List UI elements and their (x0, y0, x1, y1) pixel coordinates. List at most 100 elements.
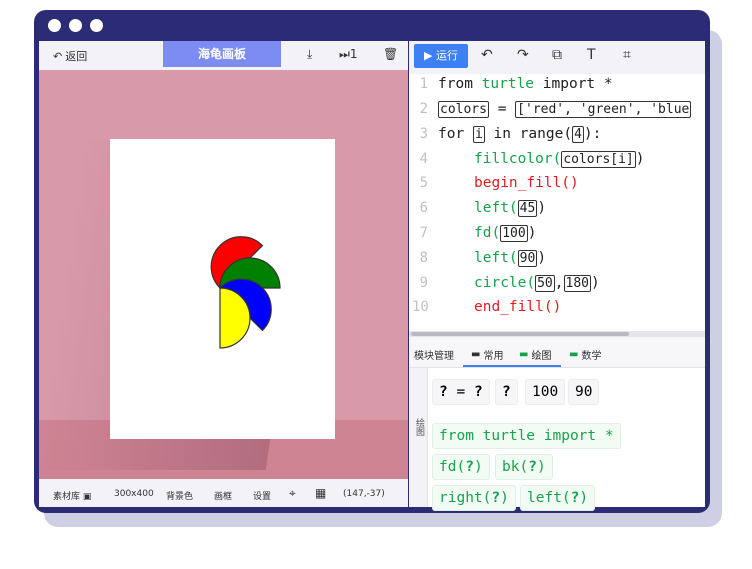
punct: ) (537, 200, 547, 216)
step-icon: ⏭ (339, 47, 350, 61)
arg-slot[interactable]: 45 (517, 200, 538, 217)
fd-block[interactable]: fd(?) (432, 454, 490, 480)
fn: fd( (439, 459, 466, 475)
run-button[interactable]: ▶ 运行 (414, 44, 468, 68)
arg-slot[interactable]: 180 (563, 275, 591, 292)
layout-icon[interactable]: ⌗ (623, 47, 631, 63)
copy-icon[interactable]: ⧉ (552, 47, 562, 63)
slot: ? (439, 384, 448, 400)
code-panel: ▶ 运行 ↶ ↷ ⧉ T ⌗ 1 from turtle import * 2 … (409, 41, 705, 511)
import-block[interactable]: from turtle import * (432, 423, 621, 449)
tab-common[interactable]: ▬ 常用 (471, 347, 503, 362)
redo-icon[interactable]: ↷ (517, 47, 529, 63)
number-block[interactable]: 90 (568, 379, 600, 405)
fn: left( (474, 250, 518, 266)
tab-label: 常用 (483, 351, 504, 362)
canvas-size[interactable]: 300x400 (114, 489, 154, 499)
range-slot[interactable]: 4 (572, 126, 584, 143)
tab-label: 绘图 (531, 351, 552, 362)
tab-math[interactable]: ▬ 数学 (569, 347, 601, 362)
module: turtle (481, 76, 535, 92)
arg-slot[interactable]: 50 (535, 275, 555, 292)
left-block[interactable]: left(?) (520, 485, 596, 511)
list-slot[interactable]: ['red', 'green', 'blue (515, 101, 692, 118)
frame-button[interactable]: 画框 (214, 489, 232, 502)
drawing-paper[interactable] (110, 139, 335, 439)
window-dot[interactable] (48, 19, 61, 32)
canvas-title-tab[interactable]: 海龟画板 (163, 41, 281, 67)
pinwheel-drawing (210, 236, 281, 349)
number-block[interactable]: 100 (525, 379, 566, 405)
code-editor[interactable]: 1 from turtle import * 2 colors = ['red'… (409, 74, 705, 332)
fn: left( (474, 200, 518, 216)
code-text: begin_fill() (474, 175, 579, 191)
code-line: 2 colors = ['red', 'green', 'blue (409, 101, 705, 125)
code-text: end_fill() (474, 299, 562, 315)
asset-library-button[interactable]: 素材库 ▣ (53, 489, 91, 502)
arg-slot[interactable]: 100 (500, 225, 528, 242)
code-text: circle(50, 180) (474, 275, 600, 292)
code-line: 5 begin_fill() (409, 175, 705, 199)
code-text: left(90) (474, 250, 546, 267)
bk-block[interactable]: bk(?) (495, 454, 553, 480)
fn: fillcolor( (474, 151, 562, 167)
active-tab-indicator (463, 365, 561, 367)
punct: ) (500, 490, 509, 506)
line-number: 4 (419, 151, 428, 167)
cursor-coordinates: (147,-37) (343, 489, 385, 499)
arg-slot[interactable]: colors[i] (561, 151, 636, 168)
fn: left( (527, 490, 571, 506)
window-dot[interactable] (90, 19, 103, 32)
crosshair-icon[interactable]: ⌖ (289, 486, 296, 501)
canvas-toolbar: ↶ 返回 海龟画板 ⤓ ⏭1 🗑 (39, 41, 408, 69)
loop-var-slot[interactable]: i (472, 126, 485, 143)
step-run-button[interactable]: ⏭1 (339, 47, 357, 62)
punct: ) (527, 225, 537, 241)
value-block[interactable]: ? (495, 379, 518, 405)
code-text: colors = ['red', 'green', 'blue (438, 101, 692, 118)
line-number: 2 (419, 101, 428, 117)
code-text: for i in range(4): (438, 126, 601, 143)
punct: ) (473, 459, 483, 475)
undo-icon[interactable]: ↶ (481, 47, 493, 63)
block-category-tabs: 模块管理 ▬ 常用 ▬ 绘图 ▬ 数学 (409, 337, 705, 368)
variable-slot[interactable]: colors (438, 101, 489, 118)
tab-draw[interactable]: ▬ 绘图 (519, 347, 551, 362)
code-text: fillcolor(colors[i]) (474, 151, 645, 168)
slot: ? (502, 384, 511, 400)
line-number: 3 (419, 126, 428, 142)
code-line: 3 for i in range(4): (409, 126, 705, 150)
app-window: ↶ 返回 海龟画板 ⤓ ⏭1 🗑 素材库 ▣ 300x400 背景色 画框 设置… (34, 10, 710, 513)
window-dot[interactable] (69, 19, 82, 32)
slot: ? (491, 490, 501, 506)
folder-icon: ▬ (519, 349, 529, 360)
editor-toolbar: ▶ 运行 ↶ ↷ ⧉ T ⌗ (409, 41, 705, 74)
line-number: 7 (419, 225, 428, 241)
font-size-icon[interactable]: T (587, 47, 596, 63)
kw: import * (542, 76, 613, 92)
punct: ) (635, 151, 645, 167)
folder-icon: ▬ (569, 349, 579, 360)
punct: , (554, 275, 564, 291)
line-number: 6 (419, 200, 428, 216)
line-number: 10 (412, 299, 429, 315)
slot: ? (473, 384, 483, 400)
category-side-strip[interactable]: 绘图 (409, 368, 428, 507)
background-color-button[interactable]: 背景色 (166, 489, 193, 502)
code-line: 6 left(45) (409, 200, 705, 224)
window-dots (48, 19, 103, 32)
download-icon[interactable]: ⤓ (307, 47, 312, 62)
code-text: from turtle import * (438, 76, 613, 92)
tab-modules[interactable]: 模块管理 (414, 347, 454, 362)
arg-slot[interactable]: 90 (517, 250, 538, 267)
play-icon: ▶ (424, 49, 433, 62)
scrollbar-thumb[interactable] (411, 332, 629, 336)
trash-icon[interactable]: 🗑 (383, 47, 398, 61)
assign-block[interactable]: ? = ? (432, 379, 490, 405)
grid-icon[interactable]: ▦ (315, 486, 326, 500)
back-button[interactable]: ↶ 返回 (53, 48, 87, 64)
line-number: 1 (419, 76, 428, 92)
op: = (456, 384, 466, 400)
right-block[interactable]: right(?) (432, 485, 516, 511)
settings-button[interactable]: 设置 (253, 489, 271, 502)
